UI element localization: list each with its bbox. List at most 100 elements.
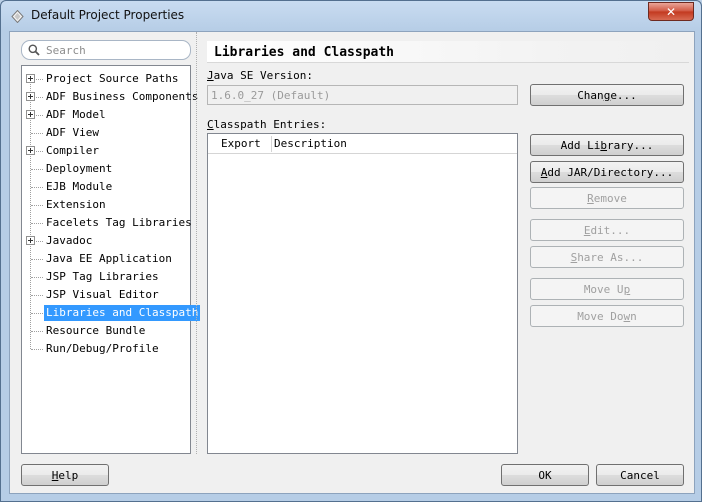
tree-item-label: Run/Debug/Profile (46, 342, 159, 355)
column-header-export[interactable]: Export (221, 134, 261, 154)
classpath-label-rest: lasspath Entries: (213, 118, 327, 131)
tree-item[interactable]: ADF Business Components (22, 88, 198, 106)
ok-button[interactable]: OK (501, 464, 589, 486)
help-button[interactable]: Help (21, 464, 109, 486)
edit-button[interactable]: Edit... (530, 219, 684, 241)
move-down-button-label: Move Down (577, 309, 637, 323)
tree-item-label: JSP Visual Editor (46, 288, 159, 301)
java-version-field: 1.6.0_27 (Default) (207, 85, 518, 105)
tree-item-label: ADF Model (46, 108, 106, 121)
java-version-value: 1.6.0_27 (Default) (211, 89, 331, 102)
tree-item[interactable]: Java EE Application (22, 250, 190, 268)
java-label-mnemonic: J (207, 69, 214, 82)
move-down-button[interactable]: Move Down (530, 305, 684, 327)
tree-item-label: Java EE Application (46, 252, 172, 265)
tree-item-label: ADF Business Components (46, 90, 199, 103)
close-icon: ✕ (665, 4, 677, 19)
column-separator[interactable] (271, 136, 272, 152)
change-button-label: Change... (577, 88, 637, 102)
table-header: Export Description (208, 134, 517, 154)
classpath-label: Classpath Entries: (207, 118, 326, 131)
tree-item-label: Project Source Paths (46, 72, 179, 85)
tree-branch-line (31, 295, 43, 296)
add-jar-button-label: Add JAR/Directory... (540, 165, 674, 179)
tree-item[interactable]: Run/Debug/Profile (22, 340, 190, 358)
tree-item[interactable]: Javadoc (22, 232, 190, 250)
tree-item[interactable]: Resource Bundle (22, 322, 190, 340)
add-library-button-label: Add Library... (560, 138, 654, 152)
tree-branch-line (36, 151, 43, 152)
tree-item[interactable]: ADF Model (22, 106, 190, 124)
edit-button-label: Edit... (583, 223, 631, 237)
expand-plus-icon[interactable] (26, 92, 35, 101)
tree-item[interactable]: Extension (22, 196, 190, 214)
tree-branch-line (31, 259, 43, 260)
share-as-button[interactable]: Share As... (530, 246, 684, 268)
java-version-label: Java SE Version: (207, 69, 313, 82)
tree-item-label: Facelets Tag Libraries (46, 216, 192, 229)
cancel-button[interactable]: Cancel (596, 464, 684, 486)
tree-item[interactable]: Deployment (22, 160, 190, 178)
tree-branch-line (31, 277, 43, 278)
section-header: Libraries and Classpath (207, 41, 689, 63)
panel-splitter[interactable] (196, 32, 197, 454)
tree-item-label: Resource Bundle (46, 324, 146, 337)
tree-branch-line (31, 169, 43, 170)
tree-item-label: Libraries and Classpath (44, 305, 201, 321)
change-button[interactable]: Change... (530, 84, 684, 106)
tree-item[interactable]: Facelets Tag Libraries (22, 214, 192, 232)
tree-item[interactable]: Project Source Paths (22, 70, 190, 88)
tree-item[interactable]: JSP Visual Editor (22, 286, 190, 304)
ok-button-label: OK (538, 468, 552, 482)
remove-button[interactable]: Remove (530, 187, 684, 209)
search-icon (28, 44, 40, 56)
share-as-button-label: Share As... (570, 250, 644, 264)
tree-item-label: Compiler (46, 144, 99, 157)
add-jar-directory-button[interactable]: Add JAR/Directory... (530, 161, 684, 183)
tree-item-label: Extension (46, 198, 106, 211)
expand-plus-icon[interactable] (26, 110, 35, 119)
add-library-button[interactable]: Add Library... (530, 134, 684, 156)
cancel-button-label: Cancel (620, 468, 660, 482)
search-box[interactable] (21, 40, 191, 60)
navigation-tree[interactable]: Project Source Paths ADF Business Compone… (21, 65, 201, 454)
column-header-description[interactable]: Description (274, 134, 347, 154)
title-bar[interactable]: Default Project Properties ✕ (1, 1, 701, 31)
tree-branch-line (31, 133, 43, 134)
tree-item[interactable]: ADF View (22, 124, 190, 142)
expand-plus-icon[interactable] (26, 146, 35, 155)
classpath-table[interactable]: Export Description (207, 133, 518, 454)
tree-branch-line (31, 331, 43, 332)
tree-item[interactable]: EJB Module (22, 178, 190, 196)
tree-item[interactable]: Libraries and Classpath (22, 304, 201, 322)
tree-item[interactable]: JSP Tag Libraries (22, 268, 190, 286)
tree-branch-line (31, 313, 43, 314)
tree-item-label: EJB Module (46, 180, 113, 193)
tree-branch-line (31, 205, 43, 206)
move-up-button[interactable]: Move Up (530, 278, 684, 300)
window-title: Default Project Properties (31, 8, 185, 22)
tree-item-label: Javadoc (46, 234, 93, 247)
search-input[interactable] (46, 42, 186, 58)
close-button[interactable]: ✕ (648, 2, 694, 21)
help-button-label: Help (51, 468, 79, 482)
tree-branch-line (31, 187, 43, 188)
tree-branch-line (31, 223, 43, 224)
tree-branch-line (36, 97, 43, 98)
expand-plus-icon[interactable] (26, 236, 35, 245)
tree-item[interactable]: Compiler (22, 142, 190, 160)
classpath-label-mnemonic: C (207, 118, 214, 131)
app-icon (11, 10, 24, 23)
move-up-button-label: Move Up (583, 282, 631, 296)
tree-item-label: JSP Tag Libraries (46, 270, 159, 283)
tree-branch-line (36, 241, 43, 242)
tree-branch-line (36, 79, 43, 80)
tree-item-label: ADF View (46, 126, 99, 139)
tree-branch-line (31, 349, 43, 350)
page-title: Libraries and Classpath (214, 45, 395, 60)
tree-item-label: Deployment (46, 162, 113, 175)
tree-branch-line (36, 115, 43, 116)
dialog-client: Project Source Paths ADF Business Compone… (9, 31, 695, 494)
remove-button-label: Remove (587, 191, 627, 205)
expand-plus-icon[interactable] (26, 74, 35, 83)
